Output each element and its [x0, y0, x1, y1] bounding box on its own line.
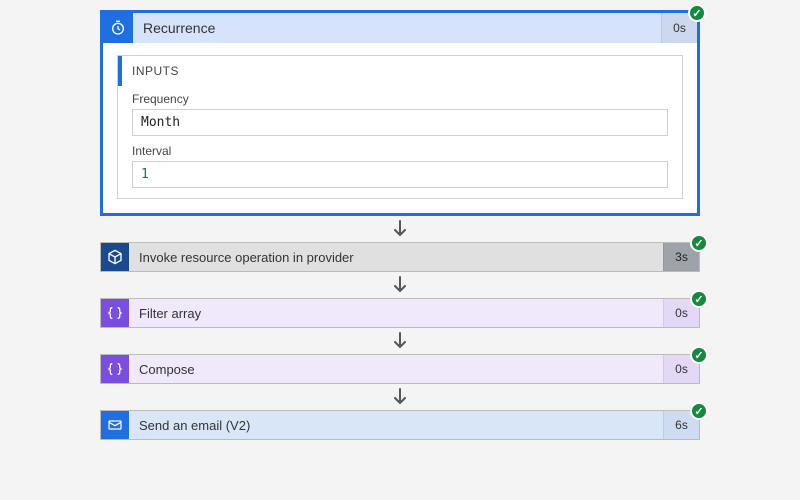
step-header[interactable]: Recurrence 0s — [103, 13, 697, 43]
step-send-email[interactable]: Send an email (V2) 6s ✓ — [100, 410, 700, 440]
field-value: 1 — [132, 161, 668, 188]
success-badge-icon: ✓ — [690, 290, 708, 308]
braces-icon — [101, 299, 129, 327]
outlook-mail-icon — [101, 411, 129, 439]
arrow-down-icon — [393, 220, 407, 238]
arrow-down-icon — [393, 276, 407, 294]
step-filter-array[interactable]: Filter array 0s ✓ — [100, 298, 700, 328]
inputs-heading: INPUTS — [118, 56, 682, 86]
field-frequency: Frequency Month — [118, 86, 682, 138]
field-interval: Interval 1 — [118, 138, 682, 198]
workflow-canvas: Recurrence 0s INPUTS Frequency Month Int… — [100, 10, 700, 440]
arrow-down-icon — [393, 388, 407, 406]
success-badge-icon: ✓ — [690, 234, 708, 252]
field-label: Interval — [132, 144, 668, 158]
clock-icon — [103, 13, 133, 43]
braces-icon — [101, 355, 129, 383]
step-recurrence[interactable]: Recurrence 0s INPUTS Frequency Month Int… — [100, 10, 700, 216]
step-title: Compose — [129, 362, 663, 377]
step-title: Invoke resource operation in provider — [129, 250, 663, 265]
cube-icon — [101, 243, 129, 271]
arrow-down-icon — [393, 332, 407, 350]
step-title: Recurrence — [133, 20, 661, 36]
field-value: Month — [132, 109, 668, 136]
step-title: Send an email (V2) — [129, 418, 663, 433]
success-badge-icon: ✓ — [688, 4, 706, 22]
step-invoke-resource-operation[interactable]: Invoke resource operation in provider 3s… — [100, 242, 700, 272]
step-compose[interactable]: Compose 0s ✓ — [100, 354, 700, 384]
step-title: Filter array — [129, 306, 663, 321]
success-badge-icon: ✓ — [690, 402, 708, 420]
field-label: Frequency — [132, 92, 668, 106]
success-badge-icon: ✓ — [690, 346, 708, 364]
inputs-panel: INPUTS Frequency Month Interval 1 — [117, 55, 683, 199]
